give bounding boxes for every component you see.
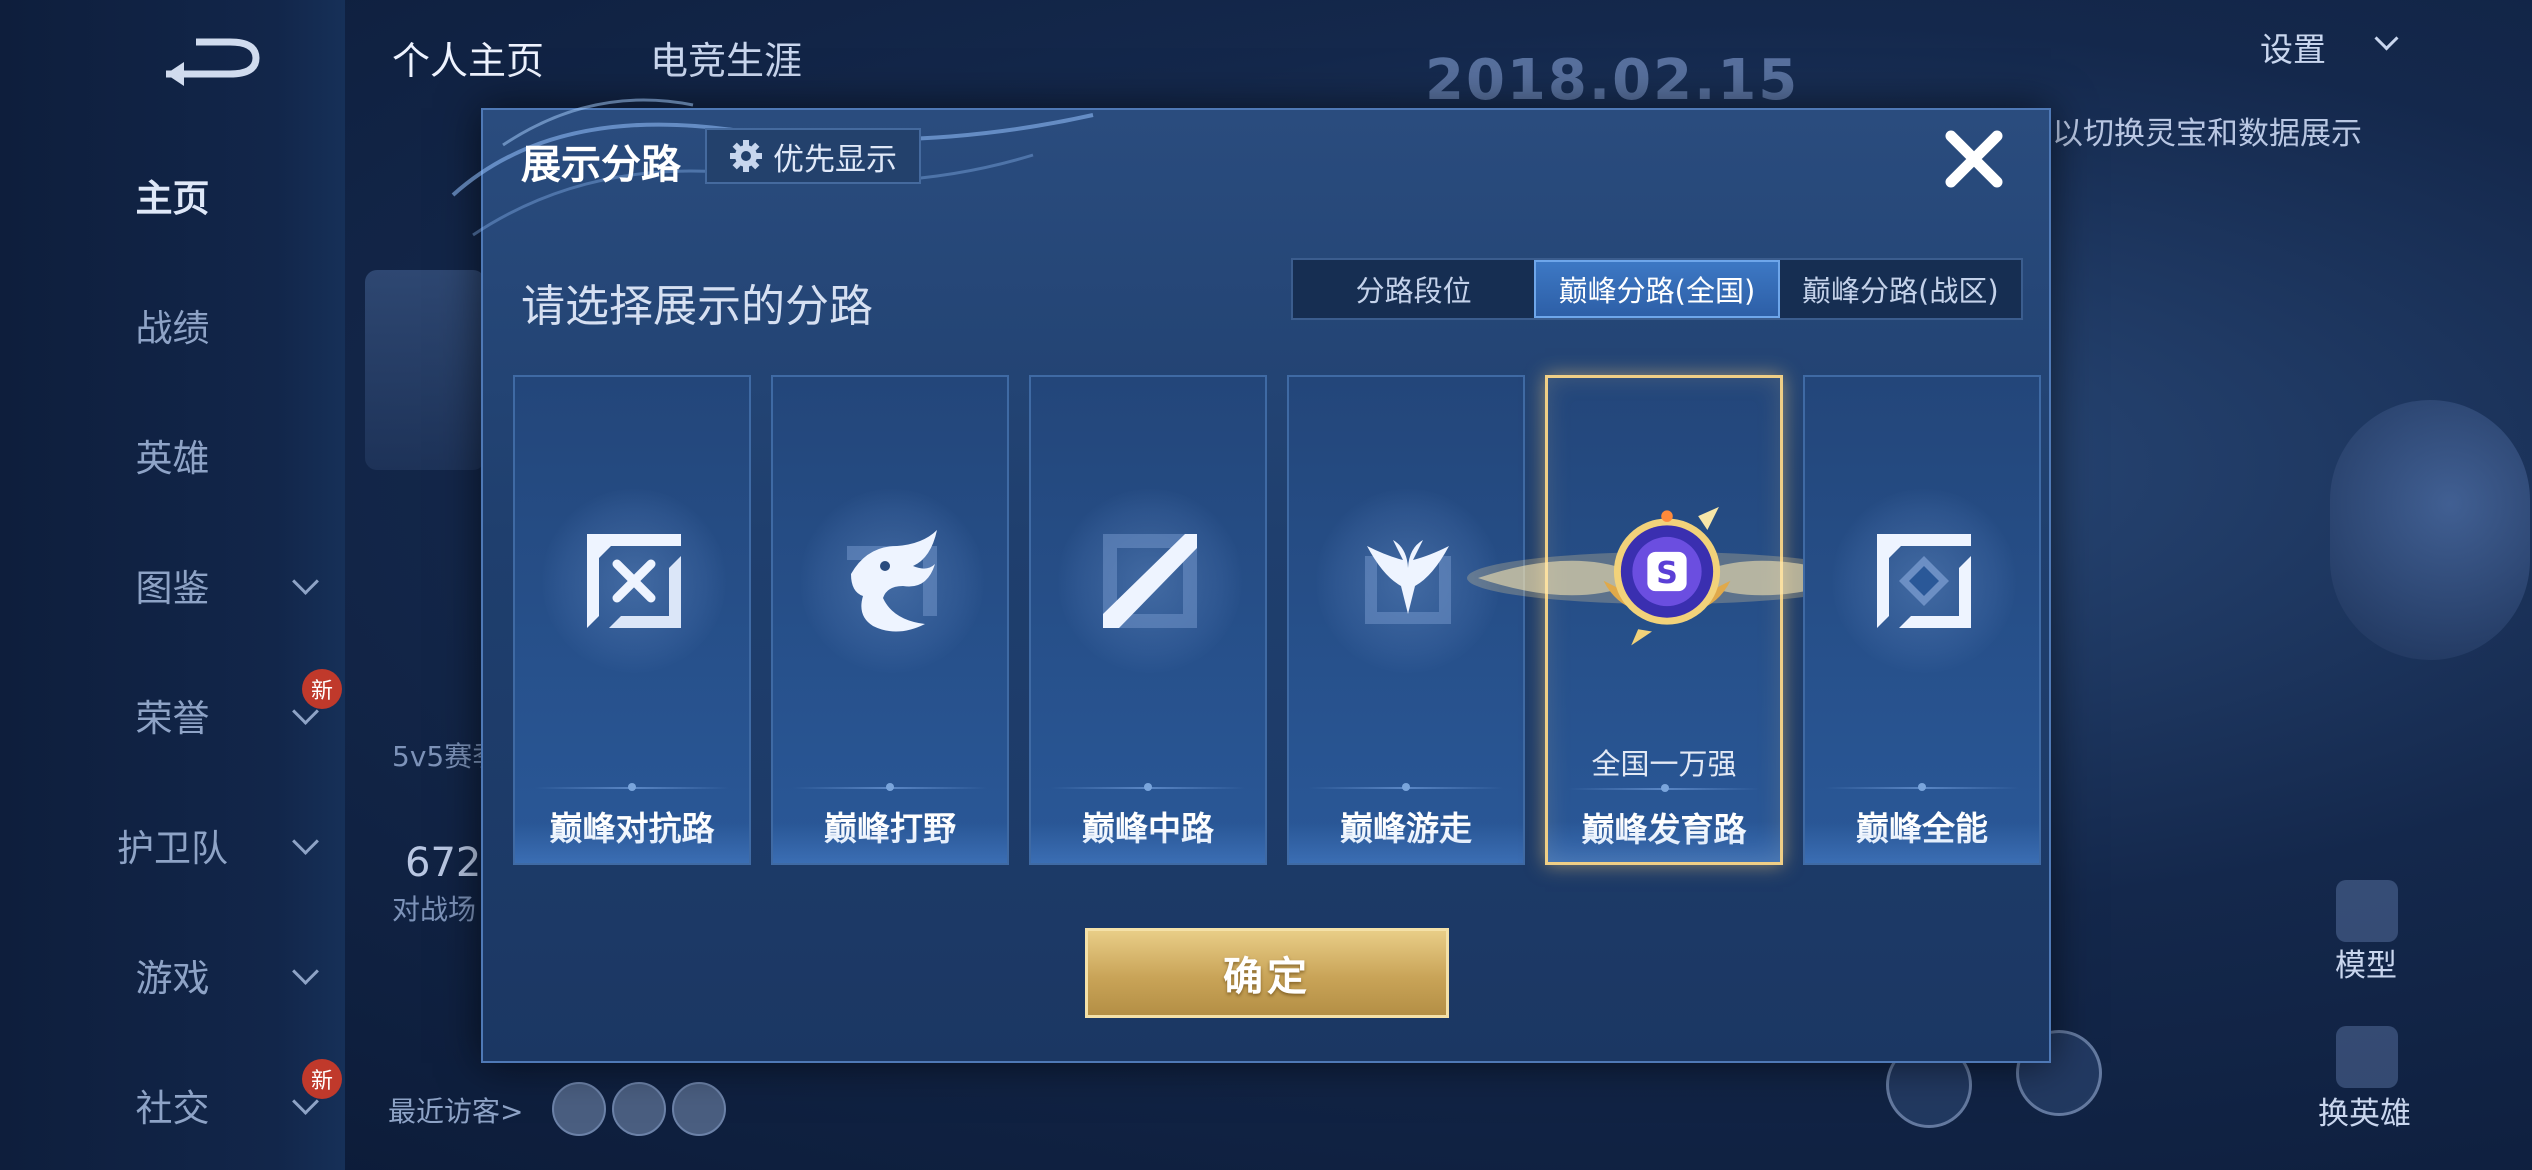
lane-card-adc[interactable]: S 全国一万强 巅峰发育路 — [1467, 375, 1867, 865]
diagonal-blade-icon — [1103, 534, 1197, 628]
nav-item-home-active[interactable]: 主页 — [0, 155, 345, 235]
gear-icon — [730, 140, 762, 172]
nav-item-label: 护卫队 — [117, 827, 228, 870]
nav-item-codex[interactable]: 图鉴 — [0, 545, 345, 625]
nav-item-label: 战绩 — [135, 307, 210, 350]
nav-item-label: 英雄 — [135, 437, 210, 480]
nav-item-label: 游戏 — [135, 957, 210, 1000]
nav-item-guard[interactable]: 护卫队 — [0, 805, 345, 885]
lane-type-tabs: 分路段位 巅峰分路(全国) 巅峰分路(战区) — [1291, 258, 2023, 320]
lane-card-top[interactable]: 巅峰对抗路 — [513, 375, 751, 865]
visitor-avatar[interactable] — [612, 1082, 666, 1136]
nav-item-label: 图鉴 — [135, 567, 210, 610]
card-glow — [1548, 822, 1780, 862]
card-glow — [1805, 823, 2039, 863]
lane-card-jungle[interactable]: 巅峰打野 — [771, 375, 1009, 865]
diamond-frame-icon — [1877, 534, 1971, 628]
dialog-title: 展示分路 — [521, 142, 681, 188]
match-count-label: 对战场 — [392, 893, 477, 926]
profile-date: 2018.02.15 — [1425, 48, 1800, 113]
wings-icon — [1365, 540, 1451, 624]
chevron-down-icon — [292, 568, 319, 595]
gold-rank-medal-icon: S — [1603, 506, 1731, 646]
switch-hero-icon[interactable] — [2336, 1026, 2398, 1088]
switch-hero-label: 换英雄 — [2318, 1096, 2411, 1132]
card-glow — [1031, 823, 1265, 863]
lane-card-allround[interactable]: 巅峰全能 — [1803, 375, 2041, 865]
card-glow — [515, 823, 749, 863]
dragon-icon — [847, 530, 937, 632]
chevron-down-icon — [292, 958, 319, 985]
tab-peak-lane-national[interactable]: 巅峰分路(全国) — [1534, 260, 1780, 318]
hero-model-image — [2330, 400, 2530, 660]
divider-dot — [628, 783, 636, 791]
priority-display-button[interactable]: 优先显示 — [705, 128, 921, 184]
divider-dot — [1144, 783, 1152, 791]
recent-visitors-link[interactable]: 最近访客> — [388, 1090, 523, 1130]
divider-dot — [1661, 784, 1669, 792]
priority-display-label: 优先显示 — [773, 141, 897, 178]
nav-item-label: 社交 — [135, 1087, 210, 1130]
settings-dropdown[interactable]: 设置 — [2260, 18, 2420, 76]
tab-career[interactable]: 电竞生涯 — [650, 30, 802, 85]
lane-card-mid[interactable]: 巅峰中路 — [1029, 375, 1267, 865]
visitor-avatar[interactable] — [552, 1082, 606, 1136]
lane-display-dialog: 展示分路 优先显示 请选择展示的分路 分路段位 巅峰分路(全国) 巅峰分路(战区… — [451, 98, 2051, 1063]
sword-cross-icon — [587, 534, 681, 628]
tab-profile[interactable]: 个人主页 — [392, 30, 544, 85]
nav-item-heroes[interactable]: 英雄 — [0, 415, 345, 495]
chevron-down-icon — [292, 828, 319, 855]
avatar — [365, 270, 485, 470]
close-icon[interactable] — [1941, 126, 2007, 192]
model-label: 模型 — [2335, 948, 2397, 984]
select-lane-prompt: 请选择展示的分路 — [521, 281, 873, 332]
model-icon[interactable] — [2336, 880, 2398, 942]
card-glow — [773, 823, 1007, 863]
nav-item-label: 荣誉 — [135, 697, 210, 740]
national-rank-text: 全国一万强 — [1591, 747, 1737, 781]
confirm-button[interactable]: 确定 — [1085, 928, 1449, 1018]
svg-text:S: S — [1656, 556, 1678, 591]
switch-hint: 以切换灵宝和数据展示 — [2052, 116, 2362, 152]
divider-dot — [1918, 783, 1926, 791]
divider-dot — [1402, 783, 1410, 791]
nav-item-label: 主页 — [135, 177, 210, 220]
visitor-avatar[interactable] — [672, 1082, 726, 1136]
new-badge: 新 — [302, 1059, 342, 1099]
settings-label: 设置 — [2260, 30, 2326, 69]
card-glow — [1289, 823, 1523, 863]
nav-item-game[interactable]: 游戏 — [0, 935, 345, 1015]
divider-dot — [886, 783, 894, 791]
tab-lane-rank[interactable]: 分路段位 — [1293, 260, 1534, 318]
back-arrow-icon[interactable] — [160, 34, 264, 86]
match-count: 672 — [405, 840, 482, 886]
tab-peak-lane-region[interactable]: 巅峰分路(战区) — [1780, 260, 2021, 318]
nav-item-honor[interactable]: 荣誉 新 — [0, 669, 345, 755]
new-badge: 新 — [302, 669, 342, 709]
nav-item-social[interactable]: 社交 新 — [0, 1059, 345, 1145]
nav-item-record[interactable]: 战绩 — [0, 285, 345, 365]
